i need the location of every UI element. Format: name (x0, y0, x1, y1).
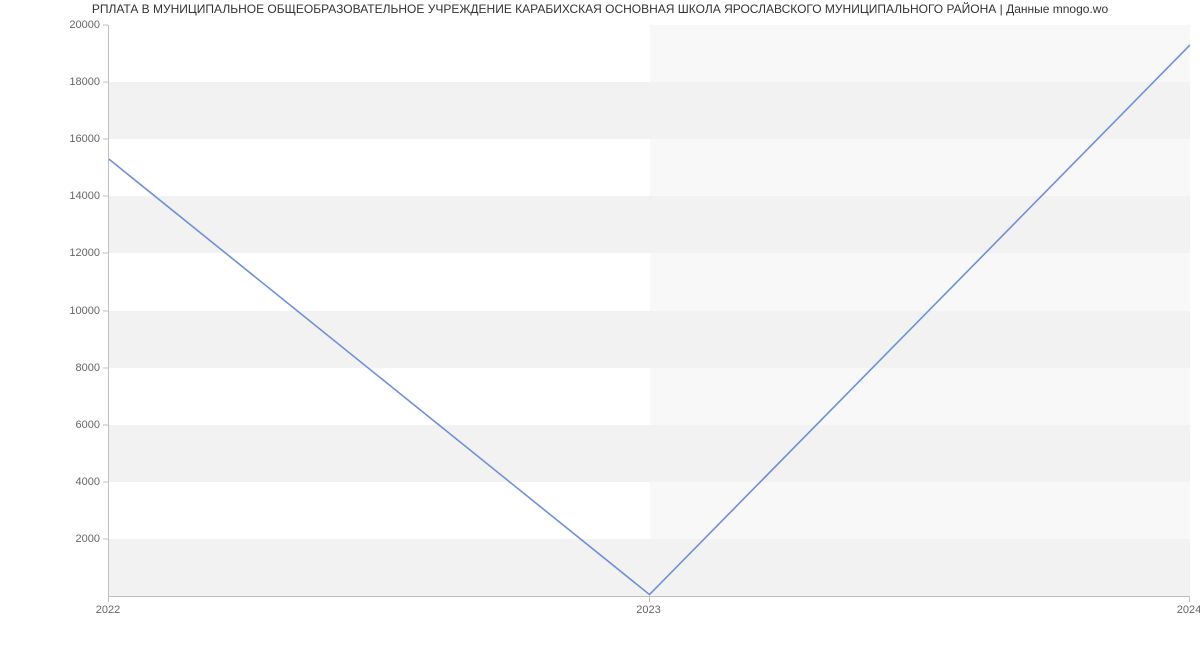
y-tick-mark (103, 196, 108, 197)
y-tick-mark (103, 139, 108, 140)
y-axis-ticks: 2000 4000 6000 8000 10000 12000 14000 16000 1800… (0, 25, 100, 597)
line-layer (109, 25, 1190, 596)
y-tick-label: 16000 (0, 133, 100, 145)
y-tick-label: 2000 (0, 533, 100, 545)
y-tick-label: 4000 (0, 476, 100, 488)
y-tick-label: 12000 (0, 247, 100, 259)
plot-area (108, 25, 1190, 597)
x-axis-ticks: 202220232024 (108, 598, 1190, 628)
data-line (109, 45, 1190, 595)
y-tick-mark (103, 310, 108, 311)
y-tick-label: 18000 (0, 76, 100, 88)
chart-container: РПЛАТА В МУНИЦИПАЛЬНОЕ ОБЩЕОБРАЗОВАТЕЛЬН… (0, 0, 1200, 650)
y-tick-mark (103, 25, 108, 26)
y-tick-mark (103, 424, 108, 425)
y-tick-label: 20000 (0, 19, 100, 31)
y-tick-mark (103, 253, 108, 254)
x-tick-mark (1189, 597, 1190, 602)
y-tick-mark (103, 367, 108, 368)
y-tick-mark (103, 82, 108, 83)
y-tick-mark (103, 538, 108, 539)
x-tick-mark (649, 597, 650, 602)
chart-title: РПЛАТА В МУНИЦИПАЛЬНОЕ ОБЩЕОБРАЗОВАТЕЛЬН… (0, 2, 1200, 16)
x-tick-label: 2022 (96, 604, 120, 616)
y-tick-label: 8000 (0, 362, 100, 374)
x-tick-label: 2024 (1177, 604, 1200, 616)
y-tick-label: 14000 (0, 190, 100, 202)
y-tick-label: 6000 (0, 419, 100, 431)
x-tick-label: 2023 (636, 604, 660, 616)
y-tick-label: 10000 (0, 305, 100, 317)
x-tick-mark (108, 597, 109, 602)
y-tick-mark (103, 481, 108, 482)
